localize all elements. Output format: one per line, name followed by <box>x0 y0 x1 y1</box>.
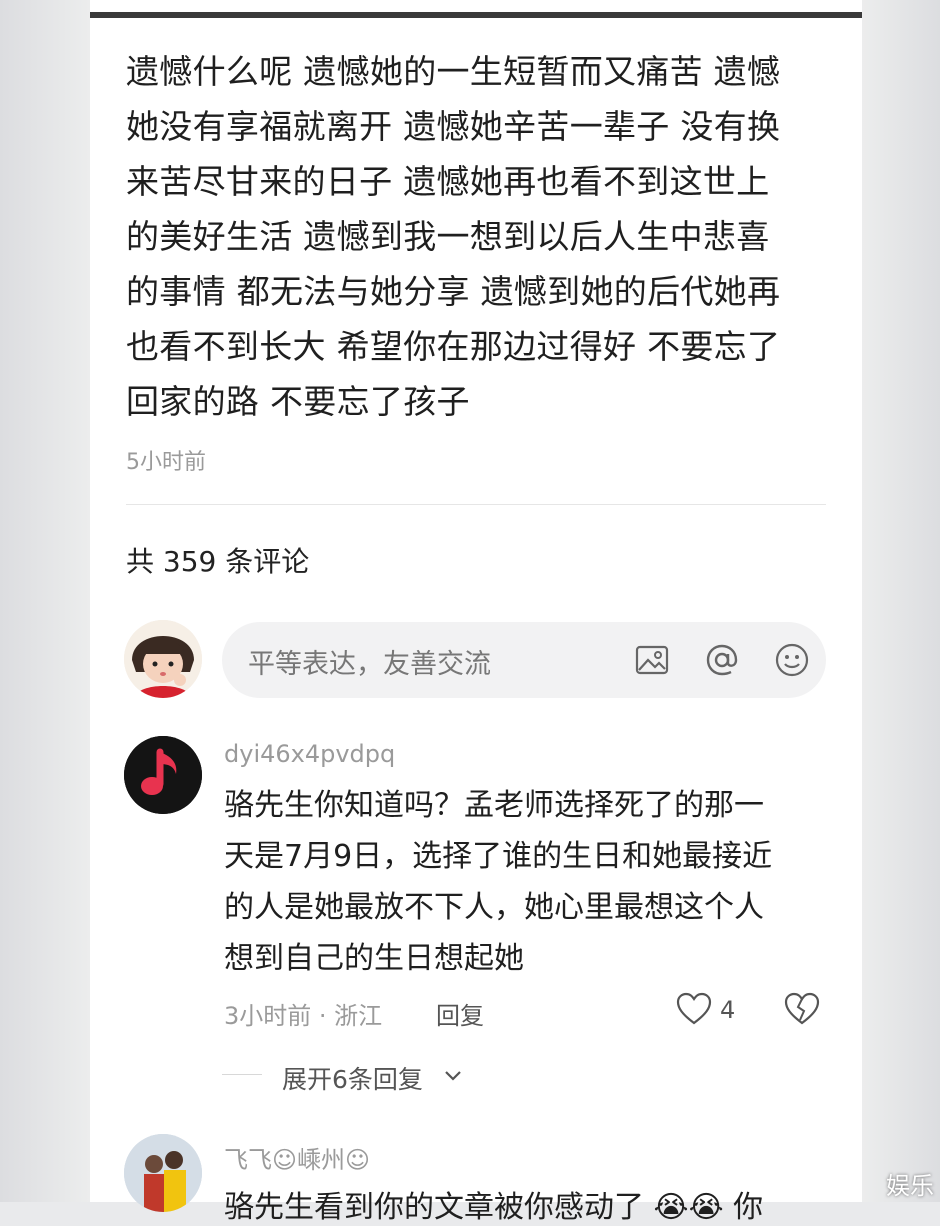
like-count: 4 <box>720 996 736 1024</box>
comment-input[interactable]: 平等表达，友善交流 <box>222 622 826 698</box>
emoji-icon[interactable] <box>774 642 810 678</box>
comment-count: 共 359 条评论 <box>126 545 310 578</box>
comment-meta: 3小时前 · 浙江 <box>224 1002 383 1030</box>
people-photo-icon <box>124 1134 202 1212</box>
current-user-avatar[interactable] <box>124 620 202 698</box>
top-divider-bar <box>90 12 862 18</box>
right-margin <box>862 0 940 1202</box>
expand-replies-button[interactable]: 展开6条回复 <box>282 1060 423 1096</box>
left-margin <box>0 0 90 1202</box>
comment-text: 骆先生你知道吗？孟老师选择死了的那一 天是7月9日，选择了谁的生日和她最接近 的… <box>224 788 773 976</box>
chevron-down-icon[interactable] <box>442 1064 464 1086</box>
comment-input-placeholder: 平等表达，友善交流 <box>248 649 491 680</box>
broken-heart-icon[interactable] <box>784 992 820 1026</box>
image-icon[interactable] <box>634 642 670 678</box>
post-body: 遗憾什么呢 遗憾她的一生短暂而又痛苦 遗憾 她没有享福就离开 遗憾她辛苦一辈子 … <box>126 52 781 421</box>
watermark: 娱乐 <box>886 1172 934 1200</box>
comment-page: 遗憾什么呢 遗憾她的一生短暂而又痛苦 遗憾 她没有享福就离开 遗憾她辛苦一辈子 … <box>90 0 862 1225</box>
commenter-avatar[interactable] <box>124 736 202 814</box>
commenter-avatar[interactable] <box>124 1134 202 1212</box>
heart-icon[interactable] <box>676 992 712 1026</box>
reply-button[interactable]: 回复 <box>436 996 484 1031</box>
expand-divider <box>222 1074 262 1075</box>
child-avatar-icon <box>124 620 202 698</box>
post-time: 5小时前 <box>126 450 206 475</box>
comment-text: 骆先生看到你的文章被你感动了 😭😭 你 <box>224 1190 764 1225</box>
at-icon[interactable] <box>704 642 740 678</box>
music-note-icon <box>124 736 202 814</box>
section-divider <box>126 504 826 505</box>
commenter-username[interactable]: dyi46x4pvdpq <box>224 740 395 768</box>
commenter-username[interactable]: 飞飞☺嵊州☺ <box>224 1140 370 1175</box>
